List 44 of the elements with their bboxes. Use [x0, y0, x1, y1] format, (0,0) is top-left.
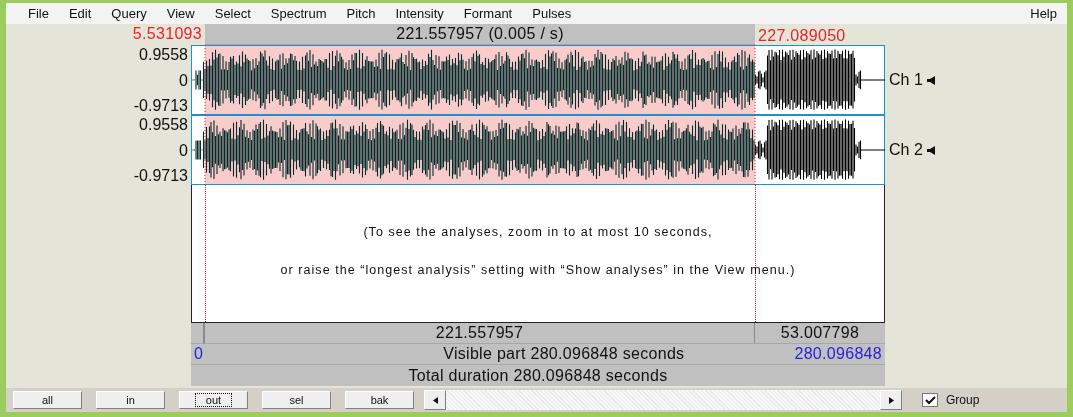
menu-item[interactable]: Intensity: [387, 3, 456, 24]
group-checkbox[interactable]: [922, 393, 938, 407]
triangle-right-icon: [888, 396, 894, 404]
total-duration-bar[interactable]: Total duration 280.096848 seconds: [191, 365, 885, 386]
axis-label: 0: [179, 70, 188, 90]
axis-label: 0.9558: [139, 45, 188, 64]
menu-item[interactable]: Query: [103, 3, 159, 24]
scroll-left-button[interactable]: [424, 390, 446, 410]
zoom-button[interactable]: bak: [345, 391, 414, 409]
menu-item[interactable]: File: [20, 3, 61, 24]
triangle-left-icon: [432, 396, 438, 404]
time-label: 227.089050: [758, 27, 846, 44]
menu-item[interactable]: Pitch: [338, 3, 388, 24]
menu-item[interactable]: Select: [206, 3, 263, 24]
scrollbar[interactable]: [424, 390, 902, 410]
speaker-icon[interactable]: [926, 145, 936, 155]
time-label: 280.096848: [794, 344, 882, 364]
time-label: 0: [194, 344, 204, 364]
axis-label: 0.9558: [139, 115, 188, 134]
group-label: Group: [946, 392, 980, 409]
axis-label: -0.9713: [133, 96, 188, 115]
zoom-button[interactable]: all: [13, 391, 82, 409]
zoom-button[interactable]: out: [179, 391, 248, 409]
menu-item[interactable]: View: [158, 3, 207, 24]
visible-part-label: Visible part 280.096848 seconds: [443, 344, 685, 364]
waveform-drawing[interactable]: [191, 45, 885, 115]
channel-label: Ch 2: [889, 140, 923, 160]
analysis-message: (To see the analyses, zoom in to at most 10 seconds,: [363, 224, 713, 241]
speaker-icon[interactable]: [926, 75, 936, 85]
scroll-right-button[interactable]: [880, 390, 902, 410]
menu-item[interactable]: Spectrum: [262, 3, 339, 24]
channel-label: Ch 1: [889, 70, 923, 90]
selection-time-bar[interactable]: 221.557957 (0.005 / s): [205, 24, 755, 45]
axis-label: -0.9713: [133, 166, 188, 185]
zoom-button[interactable]: in: [96, 391, 165, 409]
menu-item[interactable]: Formant: [455, 3, 525, 24]
time-label: 5.531093: [132, 24, 202, 44]
axis-label: 0: [179, 140, 188, 160]
menu-item[interactable]: Edit: [60, 3, 104, 24]
menu-item[interactable]: Help: [1030, 3, 1067, 24]
analysis-message: or raise the “longest analysis” setting with “Show analyses” in the View menu.): [280, 262, 796, 279]
waveform-drawing[interactable]: [191, 115, 885, 185]
menu-item[interactable]: Pulses: [524, 3, 584, 24]
zoom-button[interactable]: sel: [262, 391, 331, 409]
